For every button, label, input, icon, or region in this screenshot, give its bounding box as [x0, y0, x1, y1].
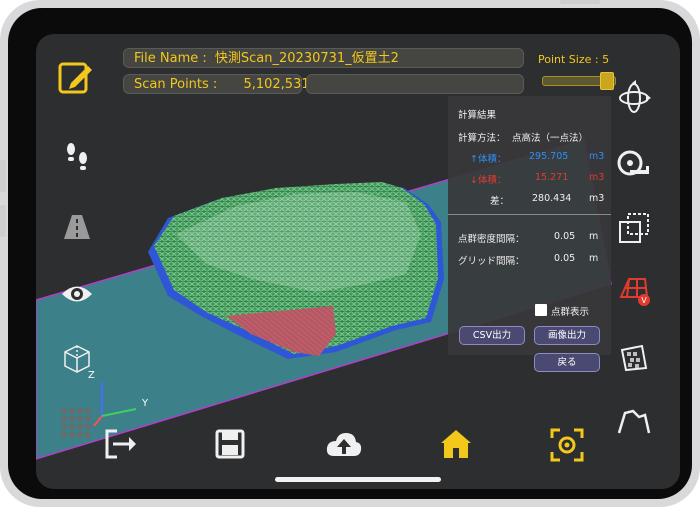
crop-select-icon[interactable] [616, 210, 652, 246]
app-screen: Z Y File Name : 快測Scan_20230731_仮置土2 Sca… [36, 34, 680, 489]
density-unit: m [589, 231, 599, 242]
volume-down-value: 15.271 [535, 172, 569, 183]
volume-up-label: ↑体積： [470, 154, 507, 165]
difference-value: 280.434 [532, 193, 572, 204]
back-button[interactable]: 戻る [534, 353, 600, 372]
cloud-upload-icon[interactable] [324, 428, 364, 462]
wireframe-cube-icon[interactable] [62, 342, 92, 376]
method-value: 点高法（一点法） [512, 133, 589, 144]
volume-icon[interactable]: V [616, 272, 652, 308]
volume-down-unit: m3 [589, 172, 605, 183]
difference-label: 差： [490, 196, 510, 207]
volume-up-unit: m3 [589, 151, 605, 162]
grid-unit: m [589, 253, 599, 264]
home-indicator[interactable] [275, 477, 441, 482]
svg-text:V: V [641, 296, 647, 305]
point-size-readout: Point Size : 5 [538, 53, 609, 66]
bezel: Z Y File Name : 快測Scan_20230731_仮置土2 Sca… [8, 8, 692, 499]
rotate-3d-icon[interactable] [614, 78, 654, 118]
exit-icon[interactable] [102, 426, 138, 462]
scan-points-label: Scan Points : [134, 77, 218, 92]
axis-y-label: Y [142, 398, 149, 409]
panel-divider [448, 214, 611, 215]
volume-button [0, 205, 6, 237]
density-value: 0.05 [554, 231, 576, 242]
grid-label: グリッド間隔： [458, 256, 525, 267]
power-button [560, 0, 600, 4]
density-label: 点群密度間隔： [458, 234, 525, 245]
edit-icon[interactable] [56, 58, 96, 98]
grid-value: 0.05 [554, 253, 576, 264]
file-name-label: File Name : [134, 51, 207, 66]
image-export-button[interactable]: 画像出力 [534, 326, 600, 345]
point-size-value: 5 [602, 53, 610, 66]
point-size-slider-thumb[interactable] [600, 72, 614, 90]
home-icon[interactable] [438, 426, 474, 462]
ipad-frame: Z Y File Name : 快測Scan_20230731_仮置土2 Sca… [0, 0, 700, 507]
method-label: 計算方法： [458, 133, 506, 144]
show-points-checkbox[interactable] [535, 304, 547, 316]
info-field-empty [306, 74, 524, 94]
scan-points-field: Scan Points : 5,102,531 [123, 74, 310, 94]
point-grid-icon[interactable] [58, 406, 98, 442]
eye-icon[interactable] [60, 282, 94, 306]
scan-points-value: 5,102,531 [243, 77, 310, 92]
road-icon[interactable] [62, 212, 92, 242]
panel-title: 計算結果 [458, 110, 497, 121]
volume-down-label: ↓体積： [470, 175, 507, 186]
scan-focus-icon[interactable] [548, 426, 586, 464]
point-size-label: Point Size : [538, 53, 599, 66]
volume-up-value: 295.705 [529, 151, 569, 162]
file-name-value: 快測Scan_20230731_仮置土2 [214, 51, 399, 66]
profile-icon[interactable] [616, 406, 652, 436]
show-points-label: 点群表示 [551, 307, 590, 318]
csv-export-button[interactable]: CSV出力 [459, 326, 525, 345]
footprints-icon[interactable] [62, 140, 92, 176]
calculation-results-panel: 計算結果 計算方法： 点高法（一点法） ↑体積： 295.705 m3 ↓体積：… [448, 96, 611, 372]
file-name-field: File Name : 快測Scan_20230731_仮置土2 [123, 48, 524, 68]
area-grid-icon[interactable] [616, 340, 652, 376]
tape-measure-icon[interactable] [616, 148, 652, 178]
volume-button [0, 160, 6, 192]
difference-unit: m3 [589, 193, 605, 204]
save-icon[interactable] [212, 426, 248, 462]
